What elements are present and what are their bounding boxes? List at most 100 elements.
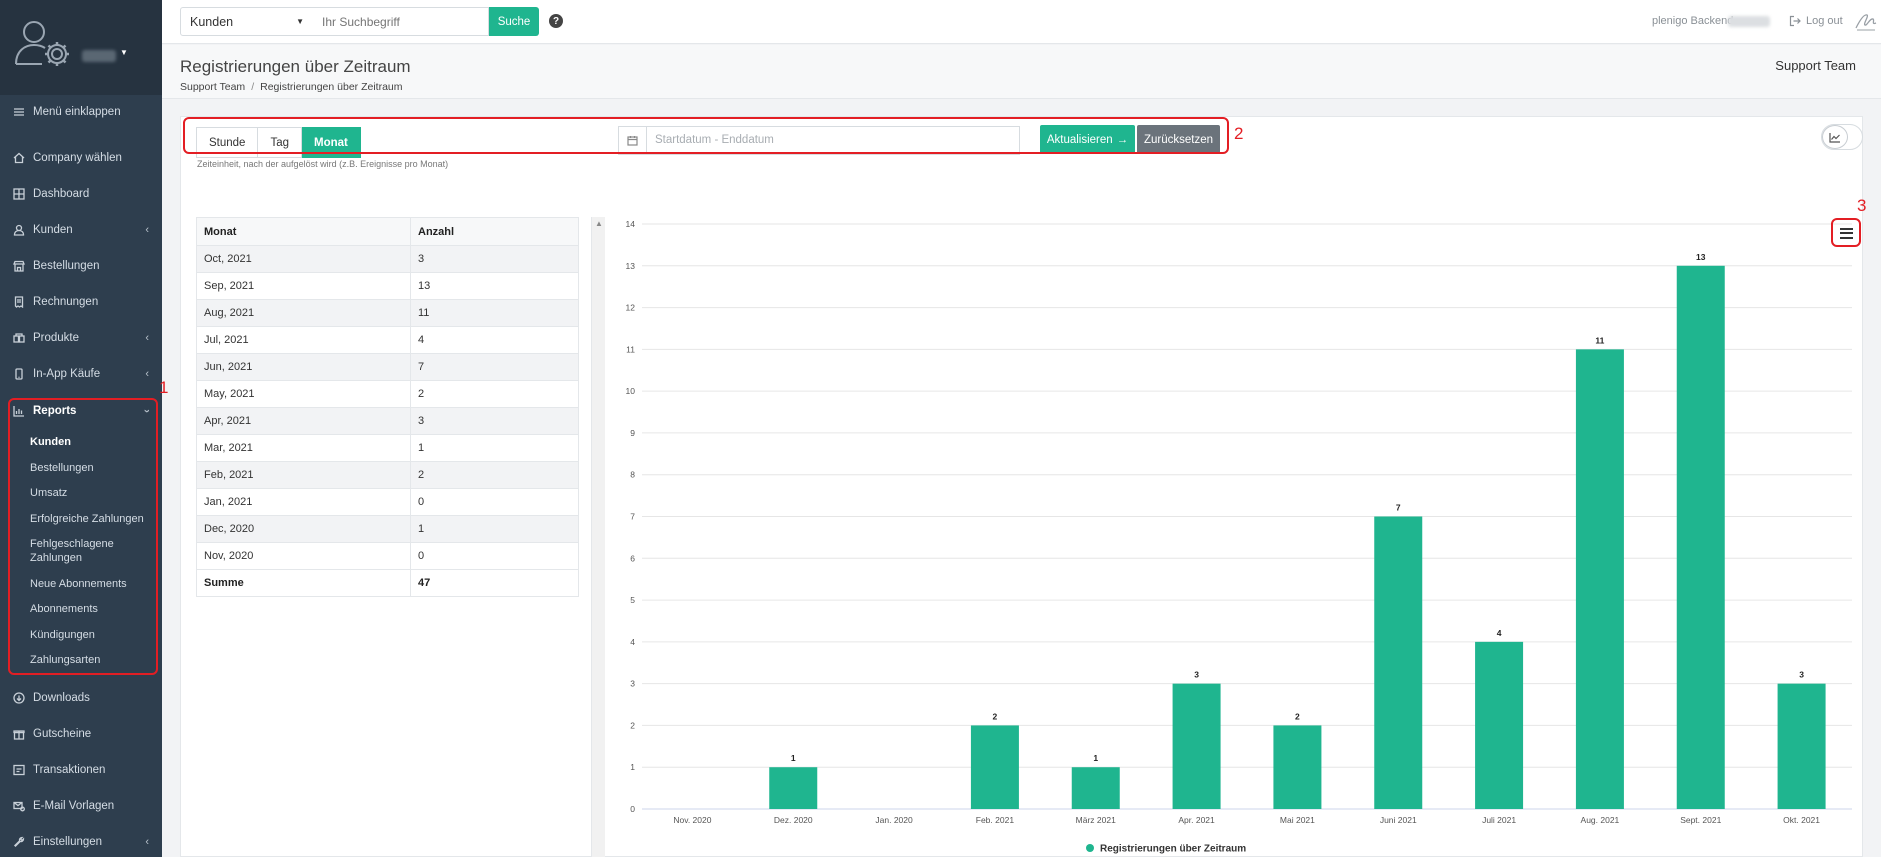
box-icon [12,332,26,344]
logout-icon [1789,15,1801,27]
bar[interactable] [1475,641,1524,809]
month-cell: Jan, 2021 [196,488,411,516]
sidebar-item-downloads[interactable]: Downloads [0,683,162,713]
bar[interactable] [1676,265,1725,809]
bar[interactable] [1071,767,1120,809]
search-category-value: Kunden [190,14,234,29]
count-cell: 7 [410,353,579,381]
page-header: Registrierungen über Zeitraum Support Te… [162,45,1881,99]
month-cell: Oct, 2021 [196,245,411,273]
signature-icon[interactable] [1854,10,1878,32]
count-cell: 2 [410,380,579,408]
annotation-number-3: 3 [1857,196,1867,215]
month-cell: Sep, 2021 [196,272,411,300]
bar[interactable] [970,725,1019,809]
table-row: Mar, 2021 1 [196,434,579,462]
caret-down-icon: ▼ [296,17,304,26]
count-cell: 13 [410,272,579,300]
y-tick-label: 6 [630,553,635,563]
count-cell: 2 [410,461,579,489]
user-name-blurred[interactable] [82,50,116,62]
breadcrumb-link[interactable]: Support Team [180,81,245,93]
sidebar-item-label: Einstellungen [33,836,103,848]
menu-icon [12,106,26,118]
count-cell: 0 [410,542,579,570]
caret-down-icon[interactable]: ▼ [120,48,128,57]
month-cell: Feb, 2021 [196,461,411,489]
sidebar-item-inapp[interactable]: In-App Käufe ‹ [0,359,162,389]
annotation-box-reports [8,398,158,675]
help-icon[interactable]: ? [549,14,563,28]
bar[interactable] [1575,349,1624,809]
x-tick-label: Nov. 2020 [673,815,711,825]
search-input[interactable] [313,7,489,36]
sidebar-item-produkte[interactable]: Produkte ‹ [0,323,162,353]
sidebar-item-transaktionen[interactable]: Transaktionen [0,755,162,785]
search-button[interactable]: Suche [489,7,539,36]
bar[interactable] [1172,683,1221,809]
sidebar-item-rechnungen[interactable]: Rechnungen [0,287,162,317]
count-cell: 3 [410,245,579,273]
annotation-box-filters [183,117,1229,154]
table-header-row: Monat Anzahl [196,217,579,246]
table-row: Apr, 2021 3 [196,407,579,435]
table-footer-row: Summe 47 [196,569,579,597]
sidebar-item-label: Gutscheine [33,728,92,740]
sidebar-item-company[interactable]: Company wählen [0,143,162,173]
sidebar-item-label: Bestellungen [33,260,100,272]
sidebar-item-label: Dashboard [33,188,90,200]
count-cell: 3 [410,407,579,435]
data-label: 3 [1194,670,1199,680]
month-cell: Jul, 2021 [196,326,411,354]
wrench-icon [12,836,26,848]
bar[interactable] [1374,516,1423,810]
x-tick-label: Dez. 2020 [774,815,813,825]
x-tick-label: Juni 2021 [1380,815,1417,825]
sidebar-item-einstellungen[interactable]: Einstellungen ‹ [0,827,162,857]
sidebar-header: ▼ [0,0,162,95]
logout-label: Log out [1806,15,1843,27]
bar[interactable] [769,767,818,809]
data-label: 13 [1696,252,1706,262]
month-cell: Nov, 2020 [196,542,411,570]
column-header-count[interactable]: Anzahl [410,217,579,246]
legend-label[interactable]: Registrierungen über Zeitraum [1100,844,1246,855]
topbar: Kunden ▼ Suche ? plenigo Backend Log out [162,0,1881,44]
bar[interactable] [1273,725,1322,809]
logout-link[interactable]: Log out [1789,15,1843,27]
search-category-select[interactable]: Kunden ▼ [180,7,314,36]
sidebar-item-dashboard[interactable]: Dashboard [0,179,162,209]
sidebar-item-email-vorlagen[interactable]: E-Mail Vorlagen [0,791,162,821]
sidebar-item-gutscheine[interactable]: Gutscheine [0,719,162,749]
y-tick-label: 4 [630,637,635,647]
bar[interactable] [1777,683,1826,809]
table-scrollbar[interactable]: ▲ [591,217,605,857]
column-header-month[interactable]: Monat [196,217,411,246]
count-cell: 4 [410,326,579,354]
menu-collapse-label: Menü einklappen [33,106,121,118]
sidebar-item-kunden[interactable]: Kunden ‹ [0,215,162,245]
month-cell: Aug, 2021 [196,299,411,327]
unit-hint: Zeiteinheit, nach der aufgelöst wird (z.… [197,159,449,169]
data-label: 11 [1595,335,1604,345]
data-label: 1 [791,753,796,763]
y-tick-label: 7 [630,512,635,522]
y-tick-label: 5 [630,595,635,605]
user-settings-icon[interactable] [12,18,74,70]
y-tick-label: 12 [626,303,636,313]
x-tick-label: Juli 2021 [1482,815,1516,825]
scroll-up-icon[interactable]: ▲ [595,219,603,228]
y-tick-label: 13 [626,261,636,271]
sidebar-item-bestellungen[interactable]: Bestellungen [0,251,162,281]
count-cell: 11 [410,299,579,327]
data-label: 2 [993,711,998,721]
menu-collapse[interactable]: Menü einklappen [0,97,162,127]
y-tick-label: 0 [630,804,635,814]
transaction-icon [12,764,26,776]
chevron-left-icon: ‹ [145,332,149,344]
chevron-left-icon: ‹ [145,836,149,848]
chart-toggle[interactable] [1821,124,1863,150]
data-label: 2 [1295,711,1300,721]
count-cell: 0 [410,488,579,516]
bar-chart: 01234567891011121314Nov. 20201Dez. 2020 J… [626,219,1852,855]
